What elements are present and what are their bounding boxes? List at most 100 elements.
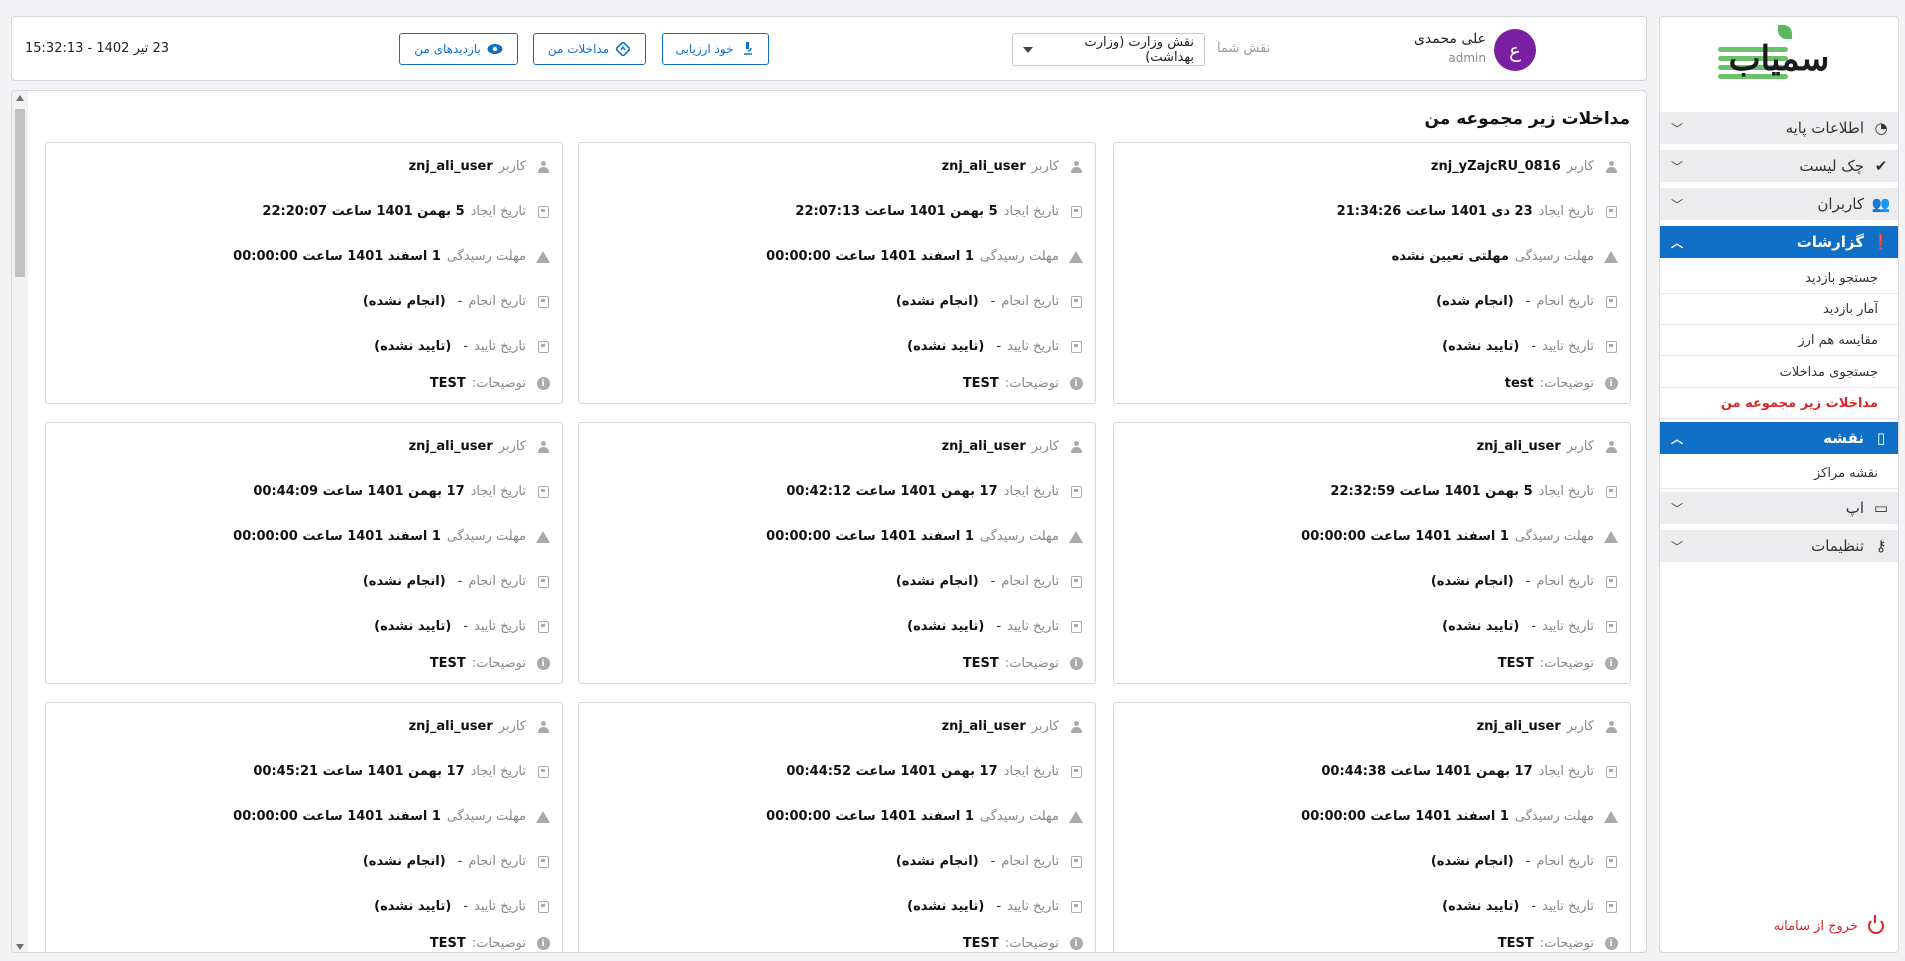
- scroll-up-icon[interactable]: [16, 95, 24, 101]
- warning-icon: [1604, 530, 1618, 544]
- description-value: TEST: [962, 656, 999, 671]
- done-date-label: تاریخ انجام: [468, 294, 526, 309]
- created-value: 17 بهمن 1401 ساعت 00:42:12: [786, 484, 998, 499]
- info-icon: i: [1069, 937, 1083, 951]
- intervention-card[interactable]: کاربر znj_ali_user تاریخ ایجاد 17 بهمن 1401…: [578, 422, 1096, 684]
- deadline-value: 1 اسفند 1401 ساعت 00:00:00: [766, 529, 974, 544]
- users-icon: 👥: [1871, 195, 1891, 213]
- self-assessment-label: خود ارزیابی: [675, 42, 734, 56]
- card-user-row: کاربر znj_ali_user: [591, 159, 1083, 174]
- created-label: تاریخ ایجاد: [1538, 764, 1594, 779]
- intervention-card[interactable]: کاربر znj_ali_user تاریخ ایجاد 17 بهمن 1401…: [45, 422, 563, 684]
- pie-chart-icon: ◔: [1874, 119, 1888, 137]
- done-date-value: -: [990, 574, 996, 589]
- confirm-date-value: -: [1531, 339, 1537, 354]
- done-date-label: تاریخ انجام: [1536, 574, 1594, 589]
- calendar-lines-icon: [1604, 855, 1618, 869]
- intervention-card[interactable]: کاربر znj_ali_user تاریخ ایجاد 17 بهمن 1401…: [45, 702, 563, 952]
- chevron-down-icon: ﹀: [1671, 121, 1684, 136]
- user-label: کاربر: [498, 439, 526, 454]
- role-select-value: نقش وزارت (وزارت بهداشت): [1084, 34, 1194, 65]
- sidebar-group-reports[interactable]: ❗ گزارشات ︿: [1660, 226, 1898, 258]
- card-done-row: تاریخ انجام - (انجام نشده): [591, 854, 1083, 869]
- done-status: (انجام نشده): [362, 574, 446, 589]
- description-label: توضیحات:: [471, 936, 526, 951]
- sidebar-group-users[interactable]: 👥 کاربران ﹀: [1660, 188, 1898, 220]
- eye-icon: [487, 41, 503, 57]
- sidebar-group-checklist[interactable]: ✔ چک لیست ﹀: [1660, 150, 1898, 182]
- created-value: 17 بهمن 1401 ساعت 00:44:38: [1321, 764, 1533, 779]
- card-done-row: تاریخ انجام - (انجام نشده): [591, 294, 1083, 309]
- sidebar-group-base-info[interactable]: ◔ اطلاعات پایه ﹀: [1660, 112, 1898, 144]
- done-date-value: -: [457, 294, 463, 309]
- calendar-icon: [1069, 765, 1083, 779]
- app-logo[interactable]: سمیاب: [1660, 17, 1898, 101]
- intervention-card[interactable]: کاربر znj_ali_user تاریخ ایجاد 5 بهمن 1401 …: [578, 142, 1096, 404]
- my-interventions-button[interactable]: مداخلات من: [533, 33, 646, 65]
- deadline-value: 1 اسفند 1401 ساعت 00:00:00: [233, 529, 441, 544]
- description-label: توضیحات:: [1004, 936, 1059, 951]
- created-label: تاریخ ایجاد: [470, 764, 526, 779]
- card-description-row: i توضیحات: TEST: [1126, 936, 1618, 951]
- card-user-row: کاربر znj_ali_user: [591, 719, 1083, 734]
- user-value: znj_ali_user: [941, 439, 1026, 454]
- sidebar-item-centers-map[interactable]: نقشه مراکز: [1660, 458, 1898, 489]
- scroll-down-icon[interactable]: [16, 944, 24, 950]
- confirm-date-label: تاریخ تایید: [1007, 619, 1059, 634]
- confirm-date-value: -: [996, 619, 1002, 634]
- done-status: (انجام نشده): [895, 574, 979, 589]
- confirm-status: (تایید نشده): [907, 339, 985, 354]
- card-done-row: تاریخ انجام - (انجام نشده): [58, 854, 550, 869]
- confirm-status: (تایید نشده): [1442, 619, 1520, 634]
- sidebar-item-visit-stats[interactable]: آمار بازدید: [1660, 294, 1898, 325]
- user-label: کاربر: [1031, 439, 1059, 454]
- self-assessment-button[interactable]: خود ارزیابی: [662, 33, 769, 65]
- vertical-scrollbar[interactable]: [12, 91, 28, 952]
- confirm-date-label: تاریخ تایید: [474, 619, 526, 634]
- deadline-label: مهلت رسیدگی: [979, 529, 1059, 544]
- my-visits-button[interactable]: بازدیدهای من: [399, 33, 518, 65]
- card-deadline-row: مهلت رسیدگی 1 اسفند 1401 ساعت 00:00:00: [591, 809, 1083, 824]
- intervention-card[interactable]: کاربر znj_ali_user تاریخ ایجاد 17 بهمن 1401…: [1113, 702, 1631, 952]
- card-confirm-row: تاریخ تایید - (تایید نشده): [58, 339, 550, 354]
- sidebar-group-label: اطلاعات پایه: [1785, 119, 1864, 137]
- confirm-date-label: تاریخ تایید: [474, 899, 526, 914]
- sidebar-item-equivalent-compare[interactable]: مقایسه هم ارز: [1660, 325, 1898, 356]
- sidebar: سمیاب ◔ اطلاعات پایه ﹀ ✔ چک لیست ﹀ 👥 کار…: [1659, 16, 1899, 953]
- deadline-value: 1 اسفند 1401 ساعت 00:00:00: [1301, 809, 1509, 824]
- card-description-row: i توضیحات: TEST: [1126, 656, 1618, 671]
- calendar-icon: [536, 205, 550, 219]
- scroll-thumb[interactable]: [15, 109, 25, 277]
- calendar-icon: [1604, 485, 1618, 499]
- deadline-label: مهلت رسیدگی: [1514, 249, 1594, 264]
- confirm-date-label: تاریخ تایید: [1542, 619, 1594, 634]
- intervention-card[interactable]: کاربر znj_ali_user تاریخ ایجاد 17 بهمن 1401…: [578, 702, 1096, 952]
- current-datetime: 23 تیر 1402 - 15:32:13: [25, 41, 169, 56]
- sidebar-group-settings[interactable]: ⚷ تنظیمات ﹀: [1660, 530, 1898, 562]
- warning-icon: [1604, 250, 1618, 264]
- role-select[interactable]: نقش وزارت (وزارت بهداشت): [1012, 33, 1205, 66]
- sidebar-item-search-visit[interactable]: جستجو بازدید: [1660, 263, 1898, 294]
- avatar[interactable]: ع: [1494, 29, 1536, 71]
- user-value: znj_ali_user: [1476, 439, 1561, 454]
- deadline-value: 1 اسفند 1401 ساعت 00:00:00: [233, 249, 441, 264]
- chevron-down-icon: ﹀: [1671, 539, 1684, 554]
- intervention-card[interactable]: کاربر znj_ali_user تاریخ ایجاد 5 بهمن 1401 …: [1113, 422, 1631, 684]
- intervention-card[interactable]: کاربر znj_yZajcRU_0816 تاریخ ایجاد 23 دی 14…: [1113, 142, 1631, 404]
- sidebar-group-app[interactable]: ▭ اپ ﹀: [1660, 492, 1898, 524]
- description-value: TEST: [1497, 656, 1534, 671]
- sidebar-item-search-interventions[interactable]: جستجوی مداخلات: [1660, 357, 1898, 388]
- user-label: کاربر: [1031, 719, 1059, 734]
- sidebar-group-map[interactable]: ▯ نقشه ︿: [1660, 422, 1898, 454]
- card-deadline-row: مهلت رسیدگی 1 اسفند 1401 ساعت 00:00:00: [591, 249, 1083, 264]
- intervention-card[interactable]: کاربر znj_ali_user تاریخ ایجاد 5 بهمن 1401 …: [45, 142, 563, 404]
- person-icon: [1604, 160, 1618, 174]
- created-label: تاریخ ایجاد: [470, 204, 526, 219]
- confirm-status: (تایید نشده): [907, 619, 985, 634]
- logout-button[interactable]: خروج از سامانه: [1774, 915, 1884, 934]
- card-done-row: تاریخ انجام - (انجام نشده): [1126, 854, 1618, 869]
- calendar-icon: [1069, 205, 1083, 219]
- sidebar-item-my-subset-interventions[interactable]: مداخلات زیر مجموعه من: [1660, 388, 1898, 419]
- calendar-lines-icon: [1069, 855, 1083, 869]
- user-label: کاربر: [498, 159, 526, 174]
